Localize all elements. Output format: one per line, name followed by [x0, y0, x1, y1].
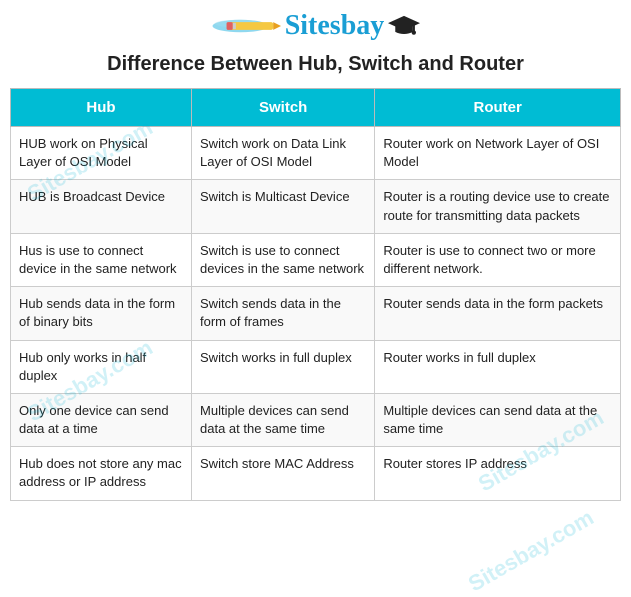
col-header-switch: Switch: [192, 89, 375, 127]
cell-r5-c1: Multiple devices can send data at the sa…: [192, 393, 375, 446]
cell-r5-c2: Multiple devices can send data at the sa…: [375, 393, 621, 446]
pencil-icon: [211, 12, 281, 40]
cell-r1-c2: Router is a routing device use to create…: [375, 180, 621, 233]
table-wrapper: Sitesbay.com Sitesbay.com Sitesbay.com S…: [10, 88, 621, 501]
cell-r6-c1: Switch store MAC Address: [192, 447, 375, 500]
page-title: Difference Between Hub, Switch and Route…: [10, 53, 621, 76]
table-row: Hub only works in half duplexSwitch work…: [11, 340, 621, 393]
cell-r2-c1: Switch is use to connect devices in the …: [192, 233, 375, 286]
cell-r3-c2: Router sends data in the form packets: [375, 287, 621, 340]
table-row: Only one device can send data at a timeM…: [11, 393, 621, 446]
cell-r3-c1: Switch sends data in the form of frames: [192, 287, 375, 340]
table-row: Hub does not store any mac address or IP…: [11, 447, 621, 500]
table-row: Hus is use to connect device in the same…: [11, 233, 621, 286]
cell-r6-c2: Router stores IP address: [375, 447, 621, 500]
logo-container: Sitesbay: [211, 10, 421, 42]
table-row: HUB work on Physical Layer of OSI ModelS…: [11, 127, 621, 180]
cell-r1-c1: Switch is Multicast Device: [192, 180, 375, 233]
graduation-cap-icon: [388, 12, 420, 40]
table-row: HUB is Broadcast DeviceSwitch is Multica…: [11, 180, 621, 233]
col-header-router: Router: [375, 89, 621, 127]
cell-r2-c0: Hus is use to connect device in the same…: [11, 233, 192, 286]
cell-r2-c2: Router is use to connect two or more dif…: [375, 233, 621, 286]
cell-r4-c2: Router works in full duplex: [375, 340, 621, 393]
cell-r0-c2: Router work on Network Layer of OSI Mode…: [375, 127, 621, 180]
cell-r1-c0: HUB is Broadcast Device: [11, 180, 192, 233]
page-wrapper: Sitesbay Difference Between Hub, Switch …: [0, 0, 631, 521]
logo-area: Sitesbay: [10, 10, 621, 43]
cell-r6-c0: Hub does not store any mac address or IP…: [11, 447, 192, 500]
cell-r0-c1: Switch work on Data Link Layer of OSI Mo…: [192, 127, 375, 180]
cell-r3-c0: Hub sends data in the form of binary bit…: [11, 287, 192, 340]
cell-r0-c0: HUB work on Physical Layer of OSI Model: [11, 127, 192, 180]
col-header-hub: Hub: [11, 89, 192, 127]
comparison-table: Hub Switch Router HUB work on Physical L…: [10, 88, 621, 501]
cell-r4-c1: Switch works in full duplex: [192, 340, 375, 393]
table-header-row: Hub Switch Router: [11, 89, 621, 127]
cell-r4-c0: Hub only works in half duplex: [11, 340, 192, 393]
table-row: Hub sends data in the form of binary bit…: [11, 287, 621, 340]
cell-r5-c0: Only one device can send data at a time: [11, 393, 192, 446]
watermark-4: Sitesbay.com: [464, 505, 598, 597]
logo-text: Sitesbay: [285, 10, 385, 42]
